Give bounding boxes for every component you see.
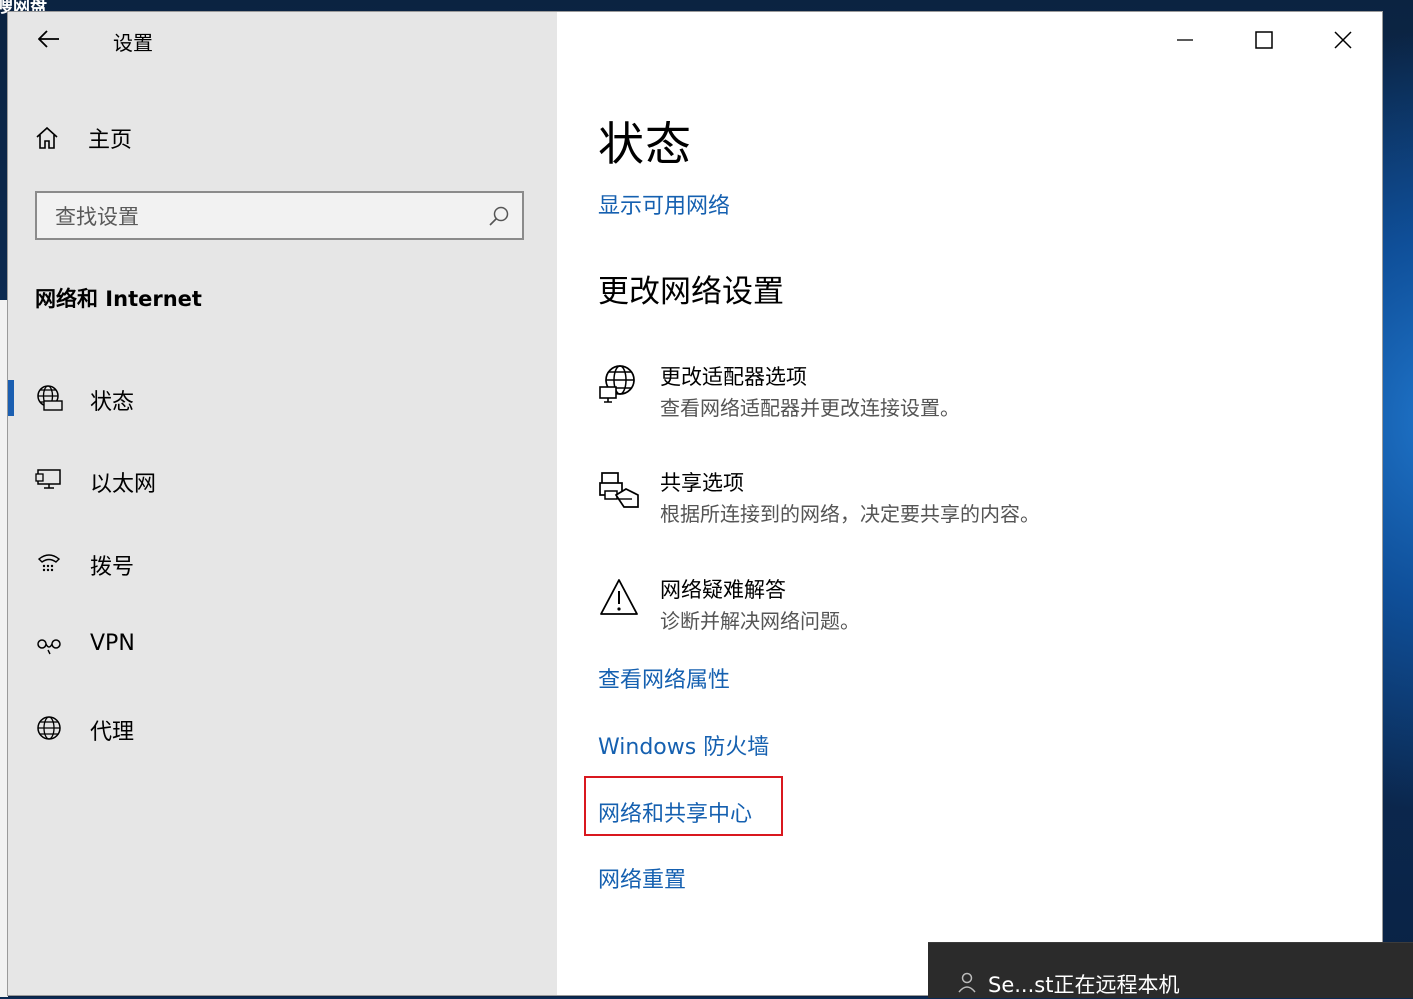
option-title: 共享选项 — [660, 471, 744, 495]
sharing-options[interactable]: 共享选项 根据所连接到的网络，决定要共享的内容。 — [598, 467, 1198, 537]
remote-control-notification[interactable]: Se...st正在远程本机 — [928, 942, 1413, 998]
search-box[interactable] — [35, 191, 524, 240]
section-title: 网络和 Internet — [35, 287, 202, 311]
show-available-networks-link[interactable]: 显示可用网络 — [598, 188, 730, 220]
home-icon — [36, 126, 58, 149]
close-icon — [1334, 31, 1352, 49]
home-link[interactable]: 主页 — [34, 120, 132, 156]
sidebar-item-label: VPN — [90, 631, 135, 656]
option-title: 网络疑难解答 — [660, 578, 786, 602]
maximize-button[interactable] — [1246, 24, 1282, 56]
back-arrow-icon — [38, 30, 59, 48]
windows-firewall-link[interactable]: Windows 防火墙 — [598, 729, 769, 761]
sharing-printer-icon — [599, 472, 639, 508]
adapter-globe-icon — [599, 365, 635, 403]
sidebar-item-proxy[interactable]: 代理 — [8, 700, 557, 756]
window-title: 设置 — [113, 31, 153, 55]
notification-text: Se...st正在远程本机 — [988, 973, 1180, 997]
close-button[interactable] — [1325, 24, 1361, 56]
dialup-icon — [37, 554, 61, 572]
change-adapter-options[interactable]: 更改适配器选项 查看网络适配器并更改连接设置。 — [598, 361, 1198, 431]
network-reset-link[interactable]: 网络重置 — [598, 862, 686, 894]
search-input[interactable] — [53, 201, 477, 233]
sidebar-item-dialup[interactable]: 拨号 — [8, 535, 557, 591]
minimize-icon — [1177, 39, 1193, 41]
option-description: 根据所连接到的网络，决定要共享的内容。 — [660, 502, 1040, 526]
network-troubleshooter[interactable]: 网络疑难解答 诊断并解决网络问题。 — [598, 574, 1198, 644]
background-window-strip — [0, 300, 8, 997]
change-network-settings-heading: 更改网络设置 — [598, 274, 784, 310]
home-label: 主页 — [88, 128, 133, 153]
vpn-icon — [37, 639, 61, 655]
maximize-icon — [1255, 31, 1273, 49]
sidebar-item-label: 状态 — [90, 390, 135, 415]
view-network-properties-link[interactable]: 查看网络属性 — [598, 662, 730, 694]
ethernet-monitor-icon — [35, 469, 61, 489]
sidebar: 设置 主页 网络和 Internet 状态 — [8, 12, 557, 995]
globe-icon — [37, 716, 61, 740]
sidebar-item-status[interactable]: 状态 — [8, 370, 557, 426]
network-sharing-center-link[interactable]: 网络和共享中心 — [598, 796, 752, 828]
sidebar-item-vpn[interactable]: VPN — [8, 617, 557, 673]
option-description: 查看网络适配器并更改连接设置。 — [660, 396, 960, 420]
sidebar-item-label: 拨号 — [90, 555, 135, 580]
globe-monitor-icon — [37, 385, 63, 411]
back-button[interactable] — [34, 24, 64, 54]
search-icon — [489, 206, 509, 226]
option-description: 诊断并解决网络问题。 — [660, 609, 860, 633]
settings-window: 设置 主页 网络和 Internet 状态 — [8, 12, 1382, 995]
sidebar-item-ethernet[interactable]: 以太网 — [8, 452, 557, 508]
user-icon — [958, 972, 976, 993]
sidebar-item-label: 以太网 — [90, 472, 157, 497]
minimize-button[interactable] — [1167, 24, 1203, 56]
sidebar-item-label: 代理 — [90, 720, 135, 745]
option-title: 更改适配器选项 — [660, 365, 807, 389]
page-title: 状态 — [598, 117, 692, 171]
warning-icon — [600, 579, 638, 615]
